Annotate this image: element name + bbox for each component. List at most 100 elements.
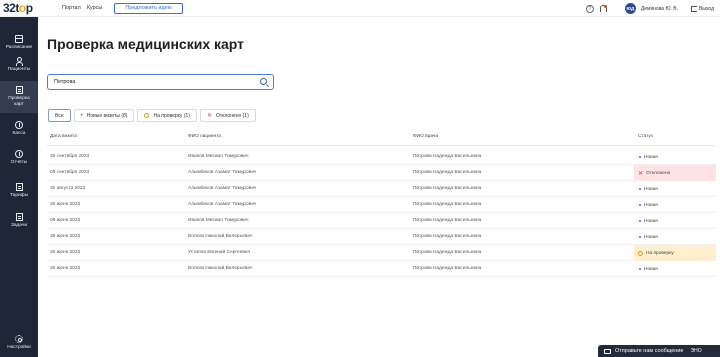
sidebar-item-tasks[interactable]: Задачи [0, 213, 38, 229]
report-icon [15, 150, 23, 158]
table-row[interactable]: 05 сентября 2023 Алымбеков Азамат Тимуро… [47, 165, 716, 181]
status-dot-icon [639, 268, 641, 270]
table-row[interactable]: 30 августа 2023 Алымбеков Азамат Тимуров… [47, 181, 716, 197]
column-header-date[interactable]: Дата визита [50, 134, 77, 139]
search-icon[interactable] [260, 78, 267, 85]
status-dot-icon [639, 188, 641, 190]
logo-text-accent: o [18, 1, 26, 15]
sidebar-item-settings[interactable]: Настройки [0, 335, 38, 351]
cell-patient: Волков Николай Валерьевич [188, 234, 253, 239]
filter-all-button[interactable]: Все [48, 109, 71, 122]
filter-new-button[interactable]: • Новые визиты (8) [73, 109, 135, 122]
chat-label: Отправьте нам сообщение [615, 348, 684, 354]
suggest-idea-button[interactable]: Предложить идею [114, 2, 183, 14]
logo-text-main: 32t [3, 1, 19, 15]
sidebar-item-label: Отчёты [10, 160, 28, 165]
sidebar: Расписание Пациенты Проверка карт Касса … [0, 17, 38, 357]
status-badge: Новая [634, 213, 716, 229]
cell-patient: Устинов Евгений Сергеевич [188, 250, 251, 255]
filter-review-button[interactable]: На проверку (1) [137, 109, 197, 122]
sidebar-item-cashbox[interactable]: Касса [0, 121, 38, 137]
sidebar-item-label: Настройки [7, 345, 31, 350]
status-label: Новая [644, 266, 658, 272]
chat-extra-label: ЭНО [690, 348, 702, 354]
status-badge: Новая [634, 181, 716, 197]
status-filters: Все • Новые визиты (8) На проверку (1) ✕… [48, 109, 256, 122]
cell-date: 26 июня 2023 [50, 202, 81, 207]
nav-link-courses[interactable]: Курсы [87, 5, 103, 11]
table-row[interactable]: 09 июня 2023 Иванов Михаил Тимурович Пет… [47, 213, 716, 229]
sidebar-item-label: Проверка карт [8, 96, 30, 107]
column-header-status[interactable]: Статус [638, 134, 653, 139]
status-label: Отклонено [646, 170, 671, 176]
sidebar-item-label: Тарифы [9, 193, 29, 198]
cell-doctor: Петрова Надежда Васильевна [413, 186, 482, 191]
sidebar-item-schedule[interactable]: Расписание [0, 35, 38, 51]
clock-icon [144, 113, 150, 118]
table-row[interactable]: 26 июня 2023 Алымбеков Азамат Тимурович … [47, 197, 716, 213]
filter-label: Все [55, 112, 64, 119]
status-dot-icon [639, 220, 641, 222]
status-dot-icon [639, 236, 641, 238]
table-row[interactable]: 26 июня 2023 Волков Николай Валерьевич П… [47, 261, 716, 277]
search-field[interactable] [47, 74, 274, 90]
help-icon[interactable]: ? [585, 4, 594, 13]
gear-icon [15, 335, 23, 343]
logo[interactable]: 32t o p [0, 1, 38, 15]
cell-date: 29 июня 2023 [50, 234, 81, 239]
table-row[interactable]: 26 июня 2023 Устинов Евгений Сергеевич П… [47, 245, 716, 261]
chat-icon [604, 348, 611, 354]
sidebar-item-patients[interactable]: Пациенты [0, 57, 38, 73]
sidebar-item-label: Расписание [5, 45, 33, 50]
main-content: Проверка медицинских карт Все • Новые ви… [38, 17, 720, 357]
user-name[interactable]: Демянова Ю. В. [641, 6, 678, 12]
cell-patient: Алымбеков Азамат Тимурович [188, 202, 257, 207]
cell-date: 25 сентября 2023 [50, 154, 90, 159]
tariff-icon [15, 183, 23, 191]
avatar[interactable]: ЮД [624, 3, 636, 14]
tasks-icon [15, 213, 23, 221]
sidebar-item-card-review[interactable]: Проверка карт [0, 81, 38, 113]
document-icon [15, 86, 23, 94]
sidebar-item-label: Касса [12, 131, 26, 136]
status-badge: На проверку [634, 245, 716, 261]
bell-icon[interactable] [599, 4, 607, 13]
cell-patient: Алымбеков Азамат Тимурович [188, 186, 257, 191]
cell-doctor: Петрова Надежда Васильевна [413, 218, 482, 223]
cell-patient: Волков Николай Валерьевич [188, 266, 253, 271]
table-row[interactable]: 29 июня 2023 Волков Николай Валерьевич П… [47, 229, 716, 245]
cash-icon [15, 121, 23, 129]
cell-doctor: Петрова Надежда Васильевна [413, 170, 482, 175]
filter-label: Новые визиты (8) [86, 112, 128, 119]
calendar-icon [15, 35, 23, 43]
status-label: Новая [644, 202, 658, 208]
table-row[interactable]: 25 сентября 2023 Иванов Михаил Тимурович… [47, 149, 716, 165]
status-badge: ✕ Отклонено [634, 165, 716, 181]
plus-icon: • [80, 112, 83, 119]
status-badge: Новая [634, 229, 716, 245]
cell-date: 09 июня 2023 [50, 218, 81, 223]
filter-label: Отклонено (1) [215, 112, 249, 119]
sidebar-item-tariffs[interactable]: Тарифы [0, 183, 38, 199]
chat-widget-button[interactable]: Отправьте нам сообщение ЭНО [598, 345, 720, 357]
search-input[interactable] [54, 77, 254, 87]
column-header-doctor[interactable]: ФИО врача [413, 134, 438, 139]
cell-patient: Иванов Михаил Тимурович [188, 218, 249, 223]
filter-rejected-button[interactable]: ✕ Отклонено (1) [199, 109, 256, 122]
person-icon [15, 57, 23, 66]
logout-icon [691, 5, 698, 12]
cell-date: 05 сентября 2023 [50, 170, 90, 175]
table-header-divider [47, 145, 716, 146]
cell-doctor: Петрова Надежда Васильевна [413, 234, 482, 239]
column-header-patient[interactable]: ФИО пациента [188, 134, 221, 139]
nav-link-portal[interactable]: Портал [62, 5, 81, 11]
cell-date: 26 июня 2023 [50, 250, 81, 255]
status-badge: Новая [634, 261, 716, 277]
cell-doctor: Петрова Надежда Васильевна [413, 154, 482, 159]
logout-button[interactable]: Выход [691, 5, 714, 12]
cell-patient: Алымбеков Азамат Тимурович [188, 170, 257, 175]
status-badge: Новая [634, 197, 716, 213]
filter-label: На проверку (1) [153, 112, 190, 119]
sidebar-item-reports[interactable]: Отчёты [0, 150, 38, 166]
cell-date: 30 августа 2023 [50, 186, 86, 191]
